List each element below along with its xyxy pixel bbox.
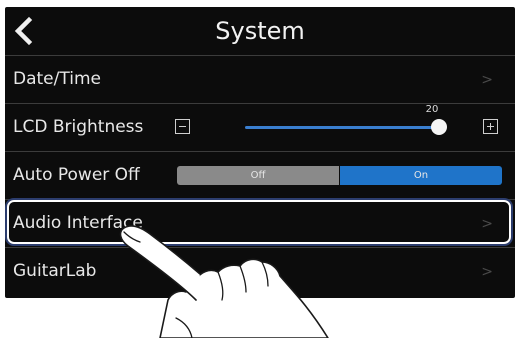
auto-power-off-toggle: Off On [177,166,502,185]
menu-item-label: Auto Power Off [13,165,140,185]
toggle-on-option[interactable]: On [340,166,502,185]
menu-item-label: GuitarLab [13,261,97,281]
menu-item-auto-power-off: Auto Power Off Off On [5,151,515,199]
menu-item-audio-interface[interactable]: Audio Interface > [5,199,515,247]
menu-item-label: LCD Brightness [13,117,144,137]
menu-item-guitarlab[interactable]: GuitarLab > [5,247,515,295]
title-bar: System [5,7,515,55]
menu-item-lcd-brightness: LCD Brightness 20 [5,103,515,151]
page-title: System [215,17,305,45]
menu-item-label: Audio Interface [13,213,143,233]
brightness-slider-knob[interactable] [431,119,447,135]
chevron-right-icon: > [481,216,493,232]
menu-item-label: Date/Time [13,69,101,89]
brightness-slider-track[interactable] [245,126,440,129]
brightness-value: 20 [425,104,439,115]
chevron-right-icon: > [481,72,493,88]
plus-box-icon[interactable] [483,119,498,134]
device-screen: System Date/Time > LCD Brightness 20 Aut… [5,7,515,298]
menu-item-date-time[interactable]: Date/Time > [5,55,515,103]
chevron-right-icon: > [481,264,493,280]
device-manual-figure: System Date/Time > LCD Brightness 20 Aut… [0,0,520,338]
toggle-off-option[interactable]: Off [177,166,339,185]
minus-box-icon[interactable] [175,119,190,134]
